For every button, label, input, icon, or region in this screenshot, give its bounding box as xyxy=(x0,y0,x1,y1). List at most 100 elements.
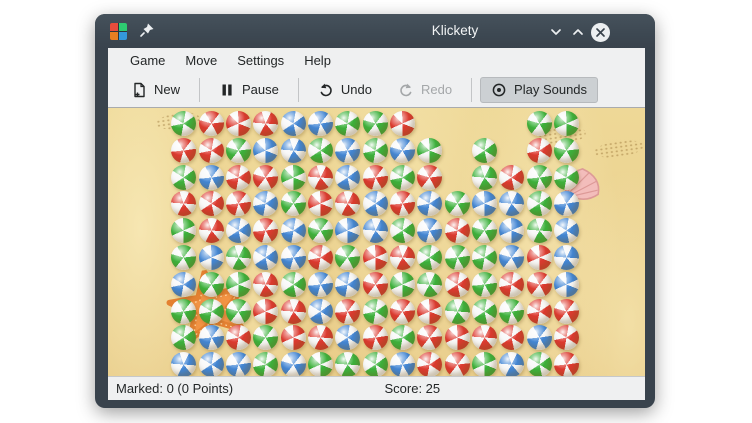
beach-ball-green[interactable] xyxy=(554,138,579,163)
beach-ball-green[interactable] xyxy=(390,165,415,190)
beach-ball-green[interactable] xyxy=(527,218,552,243)
game-board[interactable] xyxy=(108,107,645,376)
beach-ball-green[interactable] xyxy=(226,272,251,297)
beach-ball-green[interactable] xyxy=(499,299,524,324)
beach-ball-blue[interactable] xyxy=(554,191,579,216)
beach-ball-red[interactable] xyxy=(308,165,333,190)
beach-ball-blue[interactable] xyxy=(171,272,196,297)
beach-ball-blue[interactable] xyxy=(226,352,251,376)
close-button[interactable] xyxy=(590,22,610,42)
beach-ball-green[interactable] xyxy=(445,299,470,324)
beach-ball-green[interactable] xyxy=(363,138,388,163)
beach-ball-blue[interactable] xyxy=(335,325,360,350)
beach-ball-red[interactable] xyxy=(499,325,524,350)
beach-ball-red[interactable] xyxy=(445,325,470,350)
beach-ball-green[interactable] xyxy=(445,245,470,270)
beach-ball-blue[interactable] xyxy=(390,138,415,163)
beach-ball-red[interactable] xyxy=(554,299,579,324)
beach-ball-blue[interactable] xyxy=(335,165,360,190)
beach-ball-green[interactable] xyxy=(199,272,224,297)
beach-ball-green[interactable] xyxy=(171,245,196,270)
maximize-button[interactable] xyxy=(568,22,588,42)
menu-item-game[interactable]: Game xyxy=(120,53,175,68)
beach-ball-blue[interactable] xyxy=(281,111,306,136)
beach-ball-red[interactable] xyxy=(281,325,306,350)
beach-ball-green[interactable] xyxy=(171,218,196,243)
beach-ball-green[interactable] xyxy=(390,272,415,297)
beach-ball-red[interactable] xyxy=(417,325,442,350)
beach-ball-blue[interactable] xyxy=(253,245,278,270)
beach-ball-green[interactable] xyxy=(226,138,251,163)
beach-ball-green[interactable] xyxy=(472,299,497,324)
beach-ball-green[interactable] xyxy=(335,111,360,136)
beach-ball-red[interactable] xyxy=(253,272,278,297)
beach-ball-blue[interactable] xyxy=(417,191,442,216)
beach-ball-green[interactable] xyxy=(472,245,497,270)
beach-ball-blue[interactable] xyxy=(390,352,415,376)
beach-ball-red[interactable] xyxy=(363,325,388,350)
beach-ball-red[interactable] xyxy=(253,165,278,190)
beach-ball-blue[interactable] xyxy=(335,218,360,243)
beach-ball-green[interactable] xyxy=(226,299,251,324)
beach-ball-red[interactable] xyxy=(472,325,497,350)
beach-ball-red[interactable] xyxy=(445,272,470,297)
redo-button[interactable]: Redo xyxy=(387,77,463,103)
beach-ball-blue[interactable] xyxy=(199,245,224,270)
beach-ball-red[interactable] xyxy=(335,191,360,216)
beach-ball-red[interactable] xyxy=(554,352,579,376)
beach-ball-red[interactable] xyxy=(554,325,579,350)
beach-ball-red[interactable] xyxy=(527,245,552,270)
beach-ball-blue[interactable] xyxy=(171,352,196,376)
beach-ball-blue[interactable] xyxy=(554,218,579,243)
beach-ball-red[interactable] xyxy=(417,165,442,190)
beach-ball-red[interactable] xyxy=(363,245,388,270)
beach-ball-green[interactable] xyxy=(281,191,306,216)
beach-ball-green[interactable] xyxy=(417,245,442,270)
beach-ball-green[interactable] xyxy=(281,165,306,190)
beach-ball-green[interactable] xyxy=(527,111,552,136)
beach-ball-red[interactable] xyxy=(527,138,552,163)
beach-ball-green[interactable] xyxy=(527,191,552,216)
beach-ball-green[interactable] xyxy=(308,352,333,376)
titlebar[interactable]: Klickety xyxy=(95,14,655,48)
beach-ball-red[interactable] xyxy=(308,191,333,216)
beach-ball-red[interactable] xyxy=(390,245,415,270)
beach-ball-blue[interactable] xyxy=(554,272,579,297)
pause-button[interactable]: Pause xyxy=(208,77,290,103)
beach-ball-green[interactable] xyxy=(308,218,333,243)
beach-ball-green[interactable] xyxy=(308,138,333,163)
beach-ball-green[interactable] xyxy=(281,272,306,297)
beach-ball-green[interactable] xyxy=(199,299,224,324)
beach-ball-blue[interactable] xyxy=(499,352,524,376)
beach-ball-red[interactable] xyxy=(308,245,333,270)
beach-ball-green[interactable] xyxy=(417,272,442,297)
menu-item-help[interactable]: Help xyxy=(294,53,341,68)
undo-button[interactable]: Undo xyxy=(307,77,383,103)
beach-ball-red[interactable] xyxy=(226,325,251,350)
beach-ball-blue[interactable] xyxy=(308,111,333,136)
beach-ball-red[interactable] xyxy=(253,218,278,243)
beach-ball-red[interactable] xyxy=(527,272,552,297)
beach-ball-green[interactable] xyxy=(363,299,388,324)
beach-ball-blue[interactable] xyxy=(363,218,388,243)
beach-ball-blue[interactable] xyxy=(472,191,497,216)
beach-ball-red[interactable] xyxy=(253,111,278,136)
beach-ball-green[interactable] xyxy=(472,218,497,243)
beach-ball-green[interactable] xyxy=(335,352,360,376)
beach-ball-red[interactable] xyxy=(527,299,552,324)
beach-ball-green[interactable] xyxy=(253,325,278,350)
beach-ball-green[interactable] xyxy=(417,138,442,163)
beach-ball-green[interactable] xyxy=(253,352,278,376)
beach-ball-green[interactable] xyxy=(171,111,196,136)
beach-ball-red[interactable] xyxy=(171,138,196,163)
beach-ball-blue[interactable] xyxy=(253,138,278,163)
beach-ball-green[interactable] xyxy=(472,138,497,163)
beach-ball-blue[interactable] xyxy=(363,191,388,216)
beach-ball-green[interactable] xyxy=(363,111,388,136)
beach-ball-red[interactable] xyxy=(390,191,415,216)
new-button[interactable]: New xyxy=(120,77,191,103)
play-sounds-button[interactable]: Play Sounds xyxy=(480,77,598,103)
beach-ball-red[interactable] xyxy=(199,218,224,243)
beach-ball-green[interactable] xyxy=(527,352,552,376)
beach-ball-red[interactable] xyxy=(335,299,360,324)
